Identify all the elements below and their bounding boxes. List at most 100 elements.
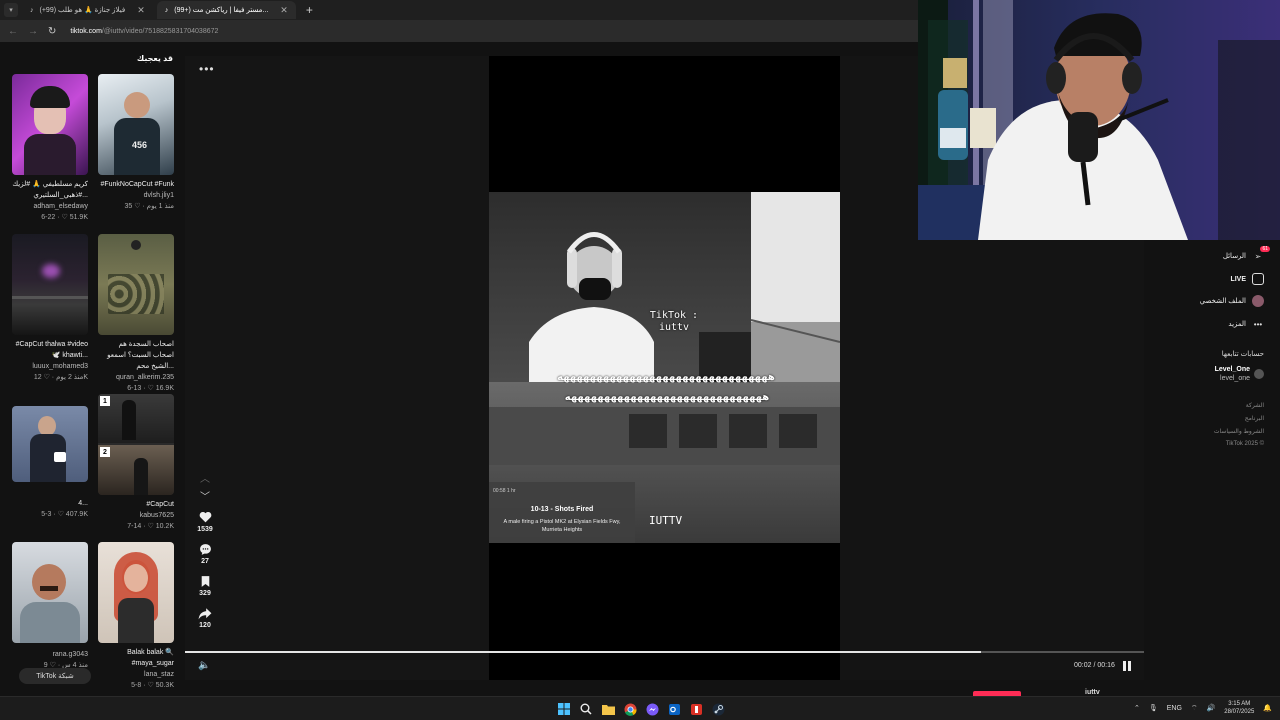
video-thumbnail[interactable] [12, 406, 88, 482]
footer-link-company[interactable]: الشركة [1246, 402, 1264, 409]
bottom-username[interactable]: iuttv [1085, 689, 1100, 696]
video-progress-bar[interactable] [185, 651, 1144, 653]
get-tiktok-button[interactable]: TikTok شبكة [19, 668, 91, 684]
video-card[interactable]: كريم مسلطيفي 🙏 #لزيك #ذهبي_السلتيري... a… [12, 74, 88, 223]
video-thumbnail[interactable]: 1 2 [98, 394, 174, 495]
microphone-icon[interactable]: 🎙 [1149, 704, 1158, 712]
next-video-icon[interactable]: ﹀ [200, 488, 210, 506]
time-readout: 00:02 / 00:16 [1074, 662, 1115, 669]
webcam-image [918, 0, 1280, 240]
card-user[interactable]: quran_alkerim.235 [98, 372, 174, 383]
card-user[interactable]: rana.g3043 [12, 649, 88, 660]
more-icon: ••• [1253, 319, 1263, 329]
video-thumbnail[interactable] [98, 234, 174, 335]
video-thumbnail[interactable] [98, 542, 174, 643]
steam-icon[interactable] [710, 701, 726, 717]
back-icon[interactable]: ← [8, 26, 18, 37]
close-tab-icon[interactable]: ✕ [280, 5, 288, 16]
comment-icon[interactable] [198, 542, 212, 556]
comment-count: 27 [201, 558, 209, 565]
nav-messages[interactable]: الرسائل ➢ 61 [1222, 246, 1270, 262]
share-count: 120 [199, 622, 211, 629]
player-left-area [185, 56, 489, 680]
card-user[interactable]: lana_staz [98, 669, 174, 680]
system-tray: ⌃ 🎙 ENG ⌔ 🔊 3:15 AM 28/07/2025 🔔 [1134, 700, 1272, 716]
video-player[interactable]: TikTok : iuttv ههههههههههههههههههههههههه… [489, 192, 840, 543]
card-caption: 4... [78, 500, 88, 507]
card-caption: اصحاب السجدة هم اصحاب السبت؟ اسمعو الشيخ… [107, 341, 174, 370]
following-avatar[interactable] [1254, 369, 1264, 379]
card-caption: #CapCut thalwa #video 🕊️ khawti... [15, 341, 88, 359]
browser-tab-2[interactable]: ♪ (99+) مستر فيفا | رياكشن مت... ✕ [156, 1, 296, 19]
tab-label: فيلاز جنازة 🙏 هو طلب (99+) [39, 7, 126, 14]
video-overlay-text-2: ههههههههههههههههههههههههههههههه [564, 392, 770, 403]
tiktok-favicon-icon: ♪ [30, 6, 34, 14]
video-thumbnail[interactable]: 456 [98, 74, 174, 175]
reload-icon[interactable]: ↻ [48, 26, 56, 37]
browser-tab-1[interactable]: ♪ فيلاز جنازة 🙏 هو طلب (99+) ✕ [22, 1, 153, 19]
video-card[interactable]: 456 #FunkNoCapCut #Funk dvlsh.jliy1 منذ … [98, 74, 174, 212]
video-card[interactable]: 1 2 #CapCut kabus7625 7-14 · ♡ 10.2K [98, 394, 174, 532]
video-thumbnail[interactable] [12, 74, 88, 175]
nav-label: الرسائل [1222, 253, 1246, 260]
card-user[interactable]: dvlsh.jliy1 [98, 190, 174, 201]
language-indicator[interactable]: ENG [1167, 705, 1182, 712]
file-explorer-icon[interactable] [600, 701, 616, 717]
network-icon[interactable]: ⌔ [1191, 704, 1198, 713]
video-card[interactable]: اصحاب السجدة هم اصحاب السبت؟ اسمعو الشيخ… [98, 234, 174, 394]
video-thumbnail[interactable] [12, 542, 88, 643]
get-tiktok-label: TikTok شبكة [36, 673, 74, 680]
url-field[interactable]: tiktok.com/@iuttv/video/7518825831704038… [70, 28, 218, 35]
outlook-icon[interactable] [666, 701, 682, 717]
nav-more[interactable]: المزيد ••• [1228, 318, 1264, 330]
card-stats: 6-13 · ♡ 16.9K [127, 385, 174, 392]
card-stats: 7-14 · ♡ 10.2K [127, 523, 174, 530]
video-card[interactable]: 4... 5-3 · ♡ 407.9K [12, 406, 88, 520]
share-icon[interactable] [198, 606, 212, 620]
url-path: /@iuttv/video/7518825831704038672 [101, 27, 219, 35]
speaker-icon[interactable]: 🔊 [1207, 704, 1216, 712]
chevron-up-icon[interactable]: ⌃ [1134, 704, 1140, 712]
part-2-badge: 2 [100, 447, 110, 457]
tab-menu-button[interactable]: ▾ [4, 3, 18, 17]
more-options-icon[interactable]: ••• [199, 62, 215, 76]
pause-icon[interactable] [1123, 661, 1132, 671]
like-count: 1539 [197, 526, 213, 533]
windows-start-icon[interactable] [556, 701, 572, 717]
red-app-icon[interactable] [688, 701, 704, 717]
taskbar: ⌃ 🎙 ENG ⌔ 🔊 3:15 AM 28/07/2025 🔔 [0, 696, 1280, 720]
following-name: Level_One [1214, 366, 1250, 373]
recommended-title: قد يعجبك [136, 54, 173, 63]
video-card[interactable]: #CapCut thalwa #video 🕊️ khawti... luuux… [12, 234, 88, 383]
like-icon[interactable] [198, 510, 212, 524]
previous-video-icon[interactable]: ︿ [200, 470, 210, 488]
nav-label: الملف الشخصي [1199, 298, 1246, 305]
bookmark-icon[interactable] [198, 574, 212, 588]
card-user[interactable]: adham_elsedawy [12, 201, 88, 212]
clock[interactable]: 3:15 AM 28/07/2025 [1224, 700, 1254, 716]
part-1-badge: 1 [100, 396, 110, 406]
following-account[interactable]: Level_One level_one [1215, 365, 1250, 383]
nav-profile[interactable]: الملف الشخصي [1200, 295, 1264, 307]
new-tab-button[interactable]: + [300, 3, 319, 17]
video-card[interactable]: Balak balak 🔍 #maya_sugar lana_staz 5-8 … [98, 542, 174, 691]
card-stats: 5-8 · ♡ 50.3K [131, 682, 174, 689]
notification-bell-icon[interactable]: 🔔 [1263, 704, 1272, 712]
nav-live[interactable]: LIVE [1230, 273, 1264, 285]
messenger-icon[interactable] [644, 701, 660, 717]
video-action-bar: ︿ ﹀ 1539 27 329 120 [195, 470, 215, 634]
card-caption: كريم مسلطيفي 🙏 #لزيك #ذهبي_السلتيري... [12, 181, 88, 199]
forward-icon[interactable]: → [28, 26, 38, 37]
card-caption: #FunkNoCapCut #Funk [100, 181, 174, 188]
card-user[interactable]: luuux_mohamed3 [12, 361, 88, 372]
footer-link-terms[interactable]: الشروط والسياسات [1214, 428, 1264, 435]
video-card[interactable]: rana.g3043 منذ 4 س · ♡ 9 [12, 542, 88, 671]
footer-link-program[interactable]: البرنامج [1245, 415, 1264, 422]
chrome-icon[interactable] [622, 701, 638, 717]
card-user[interactable]: kabus7625 [98, 510, 174, 521]
card-stats: منذ 2 يوم · ♡ 12K [33, 374, 88, 381]
video-thumbnail[interactable] [12, 234, 88, 335]
volume-icon[interactable]: 🔈 [198, 660, 210, 671]
close-tab-icon[interactable]: ✕ [137, 5, 145, 16]
search-icon[interactable] [578, 701, 594, 717]
